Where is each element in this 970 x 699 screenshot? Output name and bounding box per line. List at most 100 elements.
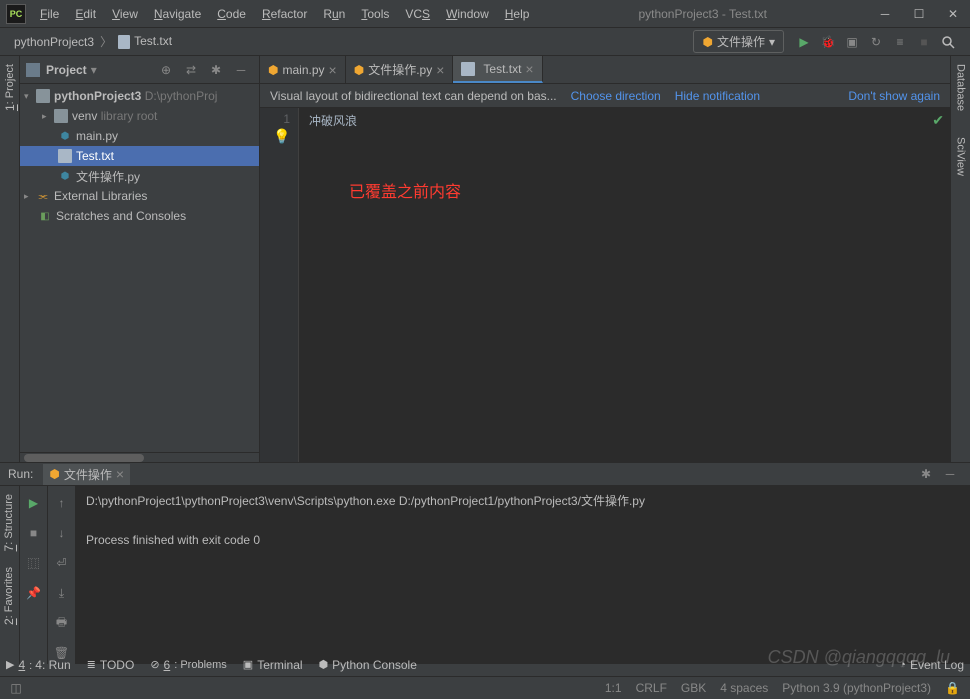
stop-run-button[interactable]: ■ bbox=[23, 522, 45, 544]
pin-button[interactable]: 📌 bbox=[23, 582, 45, 604]
banner-choose-direction[interactable]: Choose direction bbox=[571, 89, 661, 103]
tree-venv[interactable]: ▸ venv library root bbox=[20, 106, 259, 126]
tree-root[interactable]: ▾ pythonProject3 D:\pythonProj bbox=[20, 86, 259, 106]
close-tab-icon[interactable]: × bbox=[329, 62, 337, 78]
tw-problems[interactable]: ⊘ 6: Problems bbox=[150, 658, 226, 672]
close-tab-icon[interactable]: × bbox=[116, 466, 124, 482]
tree-file-main[interactable]: ⬢ main.py bbox=[20, 126, 259, 146]
search-everywhere-button[interactable] bbox=[937, 31, 959, 53]
tree-external-libs[interactable]: ▸ ⫘ External Libraries bbox=[20, 186, 259, 206]
down-button[interactable]: ↓ bbox=[51, 522, 73, 544]
menu-view[interactable]: View bbox=[104, 3, 146, 25]
scratches-icon: ◧ bbox=[38, 209, 52, 223]
horizontal-scrollbar[interactable] bbox=[20, 452, 259, 462]
expand-icon[interactable]: ▸ bbox=[42, 111, 54, 122]
close-tab-icon[interactable]: × bbox=[436, 62, 444, 78]
scroll-end-button[interactable]: ⤓ bbox=[51, 582, 73, 604]
banner-message: Visual layout of bidirectional text can … bbox=[270, 89, 557, 103]
banner-dont-show[interactable]: Don't show again bbox=[848, 89, 940, 103]
project-panel: Project ▾ ⊕ ⇄ ✱ ─ ▾ pythonProject3 D:\py… bbox=[20, 56, 260, 462]
menu-edit[interactable]: Edit bbox=[67, 3, 104, 25]
run-button[interactable]: ▶ bbox=[793, 31, 815, 53]
navigation-bar: pythonProject3 〉 Test.txt ⬢ 文件操作 ▾ ▶ 🐞 ▣… bbox=[0, 28, 970, 56]
breadcrumb-sep: 〉 bbox=[100, 33, 112, 50]
editor[interactable]: 1 💡 冲破风浪 已覆盖之前内容 ✔ bbox=[260, 108, 950, 462]
tw-todo[interactable]: ≣ TODO bbox=[87, 658, 135, 672]
menu-window[interactable]: Window bbox=[438, 3, 497, 25]
minimize-button[interactable]: ─ bbox=[868, 0, 902, 28]
tw-terminal[interactable]: ▣ Terminal bbox=[243, 658, 303, 672]
stop-button[interactable]: ■ bbox=[913, 31, 935, 53]
softwrap-button[interactable]: ⏎ bbox=[51, 552, 73, 574]
menu-tools[interactable]: Tools bbox=[353, 3, 397, 25]
profile-button[interactable]: ↻ bbox=[865, 31, 887, 53]
tab-main[interactable]: ⬢ main.py × bbox=[260, 56, 346, 83]
run-header: Run: ⬢ 文件操作 × ✱ ─ bbox=[0, 463, 970, 486]
menu-vcs[interactable]: VCS bbox=[397, 3, 438, 25]
code-content[interactable]: 💡 冲破风浪 已覆盖之前内容 ✔ bbox=[298, 108, 950, 462]
rail-structure-button[interactable]: 7: Structure bbox=[0, 486, 18, 559]
rail-favorites-button[interactable]: 2: Favorites bbox=[0, 559, 18, 633]
menu-help[interactable]: Help bbox=[497, 3, 538, 25]
project-panel-title: Project bbox=[46, 63, 87, 77]
tree-scratches[interactable]: ◧ Scratches and Consoles bbox=[20, 206, 259, 226]
settings-button[interactable]: ✱ bbox=[205, 59, 227, 81]
rail-database-button[interactable]: Database bbox=[953, 56, 969, 119]
expand-icon[interactable]: ▸ bbox=[24, 191, 36, 202]
run-tab[interactable]: ⬢ 文件操作 × bbox=[43, 464, 130, 485]
close-button[interactable]: ✕ bbox=[936, 0, 970, 28]
editor-notification-banner: Visual layout of bidirectional text can … bbox=[260, 84, 950, 108]
editor-tabs: ⬢ main.py × ⬢ 文件操作.py × Test.txt × bbox=[260, 56, 950, 84]
txt-icon bbox=[58, 149, 72, 163]
code-line: 冲破风浪 bbox=[309, 112, 950, 129]
maximize-button[interactable]: ☐ bbox=[902, 0, 936, 28]
close-tab-icon[interactable]: × bbox=[525, 61, 533, 77]
python-icon: ⬢ bbox=[58, 129, 72, 143]
rail-project-button[interactable]: 1: Project bbox=[1, 56, 19, 119]
run-settings-button[interactable]: ✱ bbox=[915, 463, 937, 485]
hide-panel-button[interactable]: ─ bbox=[230, 59, 252, 81]
breadcrumb-project[interactable]: pythonProject3 bbox=[10, 33, 98, 51]
more-actions-button[interactable]: ≡ bbox=[889, 31, 911, 53]
project-tree[interactable]: ▾ pythonProject3 D:\pythonProj ▸ venv li… bbox=[20, 84, 259, 452]
file-icon bbox=[118, 35, 130, 49]
titlebar: PC File Edit View Navigate Code Refactor… bbox=[0, 0, 970, 28]
menu-file[interactable]: File bbox=[32, 3, 67, 25]
inspection-ok-icon[interactable]: ✔ bbox=[932, 112, 944, 129]
tw-event-log[interactable]: ◔ Event Log bbox=[899, 658, 964, 672]
tree-file-ops[interactable]: ⬢ 文件操作.py bbox=[20, 166, 259, 186]
menu-run[interactable]: Run bbox=[315, 3, 353, 25]
python-icon: ⬢ bbox=[702, 35, 712, 49]
print-button[interactable]: 🖶 bbox=[51, 612, 73, 634]
intention-bulb-icon[interactable]: 💡 bbox=[273, 128, 290, 145]
expand-icon[interactable]: ▾ bbox=[24, 91, 36, 102]
txt-icon bbox=[461, 62, 475, 76]
breadcrumb-file[interactable]: Test.txt bbox=[114, 32, 176, 51]
menu-navigate[interactable]: Navigate bbox=[146, 3, 209, 25]
tree-file-test[interactable]: Test.txt bbox=[20, 146, 259, 166]
left-toolwindow-rail: 1: Project bbox=[0, 56, 20, 462]
rail-sciview-button[interactable]: SciView bbox=[953, 129, 969, 184]
tab-ops[interactable]: ⬢ 文件操作.py × bbox=[346, 56, 454, 83]
run-toolwindow: Run: ⬢ 文件操作 × ✱ ─ 7: Structure 2: Favori… bbox=[0, 462, 970, 652]
project-icon bbox=[26, 63, 40, 77]
layout-button[interactable]: ⿲ bbox=[23, 552, 45, 574]
run-config-selector[interactable]: ⬢ 文件操作 ▾ bbox=[693, 30, 784, 53]
expand-all-button[interactable]: ⇄ bbox=[180, 59, 202, 81]
locate-button[interactable]: ⊕ bbox=[155, 59, 177, 81]
coverage-button[interactable]: ▣ bbox=[841, 31, 863, 53]
tw-python-console[interactable]: ⬢ Python Console bbox=[319, 658, 417, 672]
run-console[interactable]: D:\pythonProject1\pythonProject3\venv\Sc… bbox=[76, 486, 970, 664]
line-number: 1 bbox=[260, 112, 290, 126]
menu-refactor[interactable]: Refactor bbox=[254, 3, 315, 25]
python-icon: ⬢ bbox=[58, 169, 72, 183]
tw-run[interactable]: ▶ 4: 4: Run bbox=[6, 658, 71, 672]
up-button[interactable]: ↑ bbox=[51, 492, 73, 514]
menu-code[interactable]: Code bbox=[209, 3, 254, 25]
debug-button[interactable]: 🐞 bbox=[817, 31, 839, 53]
rerun-button[interactable]: ▶ bbox=[23, 492, 45, 514]
banner-hide[interactable]: Hide notification bbox=[675, 89, 760, 103]
hide-run-button[interactable]: ─ bbox=[939, 463, 961, 485]
tab-test[interactable]: Test.txt × bbox=[453, 56, 542, 83]
chevron-down-icon[interactable]: ▾ bbox=[91, 63, 97, 77]
